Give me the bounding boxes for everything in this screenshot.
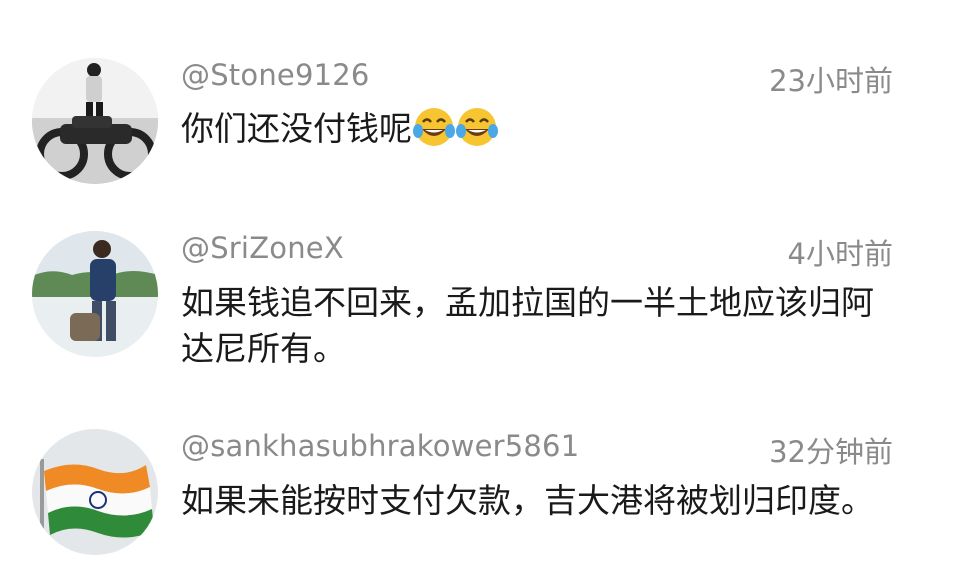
laughing-tears-emoji-icon [456,107,498,159]
avatar[interactable] [32,58,158,184]
comment-username[interactable]: @sankhasubhrakower5861 [181,429,579,463]
comment-item: @Stone9126 23小时前 你们还没付钱呢 [0,0,957,200]
comment-item: @SriZoneX 4小时前 如果钱追不回来，孟加拉国的一半土地应该归阿达尼所有… [0,200,957,400]
avatar[interactable] [32,231,158,357]
comment-text-content: 你们还没付钱呢 [181,109,412,148]
comment-username[interactable]: @SriZoneX [181,231,344,265]
comment-text: 你们还没付钱呢 [181,106,893,159]
comment-username[interactable]: @Stone9126 [181,58,370,92]
comment-text: 如果钱追不回来，孟加拉国的一半土地应该归阿达尼所有。 [181,283,874,368]
comment-timestamp: 32分钟前 [769,435,893,469]
laughing-tears-emoji-icon [413,107,455,159]
comment-timestamp: 4小时前 [787,237,893,271]
comment-item: @sankhasubhrakower5861 32分钟前 如果未能按时支付欠款，… [0,400,957,567]
avatar[interactable] [32,429,158,555]
comment-timestamp: 23小时前 [769,64,893,98]
comment-text: 如果未能按时支付欠款，吉大港将被划归印度。 [181,481,874,520]
